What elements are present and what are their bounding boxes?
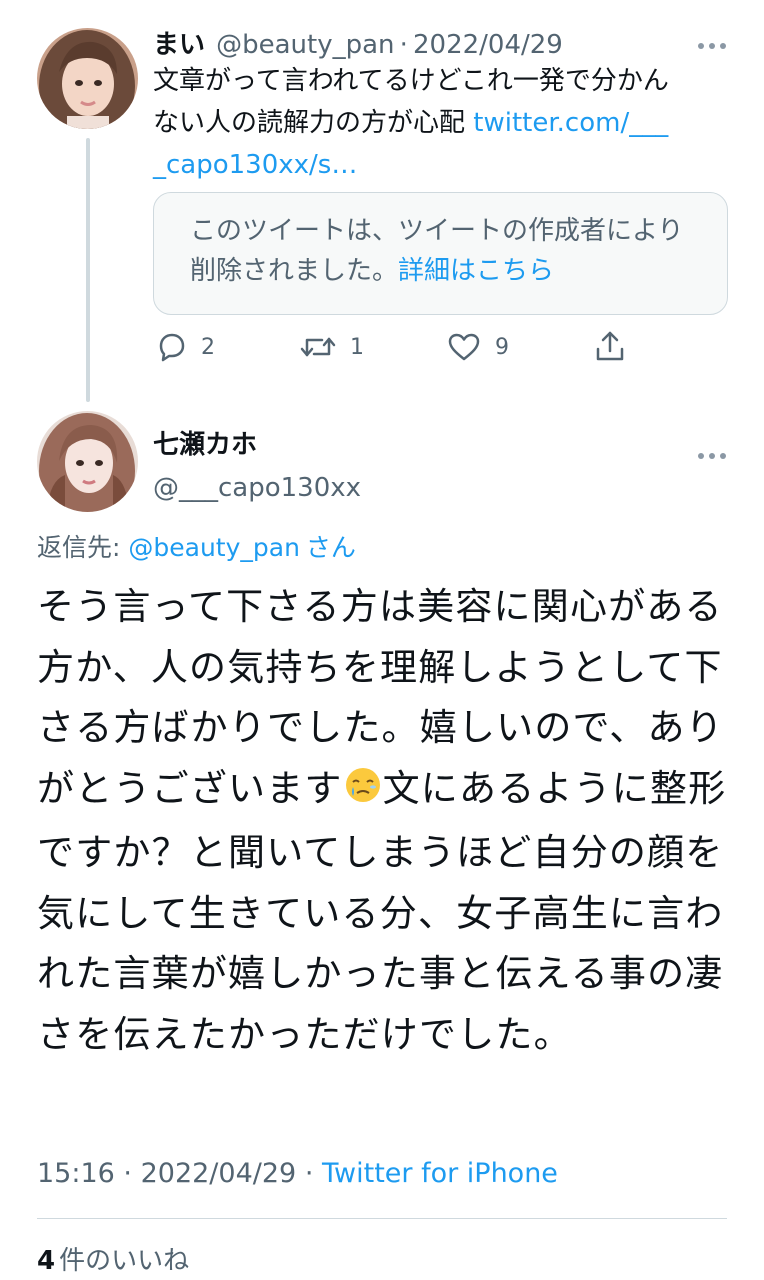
- separator: ·: [304, 1158, 314, 1189]
- replying-suffix: さん: [305, 533, 356, 562]
- user-handle[interactable]: @beauty_pan: [216, 30, 394, 60]
- user-handle[interactable]: @___capo130xx: [153, 473, 361, 503]
- divider: [37, 1218, 727, 1219]
- replying-to: 返信先: @beauty_pan さん: [37, 528, 356, 564]
- reply-icon: [159, 333, 185, 362]
- tweet-date[interactable]: 2022/04/29: [141, 1158, 297, 1189]
- tweet2-name-block: 七瀬カホ @___capo130xx: [153, 424, 361, 503]
- likes-summary[interactable]: 4 件のいいね: [37, 1240, 189, 1277]
- heart-icon: [448, 333, 480, 361]
- reply-button[interactable]: 2: [155, 332, 215, 362]
- tweet-time[interactable]: 15:16: [37, 1158, 115, 1189]
- tweet-metadata: 15:16 · 2022/04/29 · Twitter for iPhone: [37, 1158, 558, 1189]
- face-holding-back-tears-icon: [343, 763, 383, 824]
- thread-connector: [86, 138, 90, 402]
- more-dots-icon[interactable]: [697, 28, 727, 58]
- retweet-count: 1: [350, 334, 364, 360]
- share-button[interactable]: [595, 330, 639, 362]
- avatar-mai[interactable]: [37, 28, 138, 129]
- tweet-text: そう言って下さる方は美容に関心がある方か、人の気持ちを理解しようとして下さる方ば…: [37, 577, 727, 1065]
- like-button[interactable]: 9: [447, 332, 509, 362]
- display-name[interactable]: 七瀬カホ: [153, 424, 361, 461]
- separator: ·: [399, 30, 408, 60]
- retweet-button[interactable]: 1: [300, 332, 364, 362]
- tweet1-header: まい @beauty_pan · 2022/04/29: [153, 24, 563, 61]
- likes-count: 4: [37, 1246, 56, 1276]
- share-icon: [596, 331, 624, 361]
- reply-count: 2: [201, 334, 215, 360]
- avatar-kaho[interactable]: [37, 411, 138, 512]
- replying-prefix: 返信先:: [37, 533, 129, 562]
- replying-handle[interactable]: @beauty_pan: [128, 533, 300, 562]
- likes-label: 件のいいね: [59, 1246, 190, 1276]
- more-dots-icon[interactable]: [697, 438, 727, 468]
- tweet-client[interactable]: Twitter for iPhone: [322, 1158, 558, 1189]
- like-count: 9: [495, 334, 509, 360]
- tweet-text: 文章がって言われてるけどこれ一発で分かんない人の読解力の方が心配 twitter…: [153, 60, 673, 186]
- tweet-date[interactable]: 2022/04/29: [413, 30, 563, 60]
- display-name[interactable]: まい: [153, 30, 205, 60]
- learn-more-link[interactable]: 詳細はこちら: [398, 256, 554, 286]
- retweet-icon: [300, 337, 336, 357]
- quoted-tweet-tombstone[interactable]: このツイートは、ツイートの作成者により削除されました。詳細はこちら: [153, 192, 728, 315]
- separator: ·: [123, 1158, 132, 1189]
